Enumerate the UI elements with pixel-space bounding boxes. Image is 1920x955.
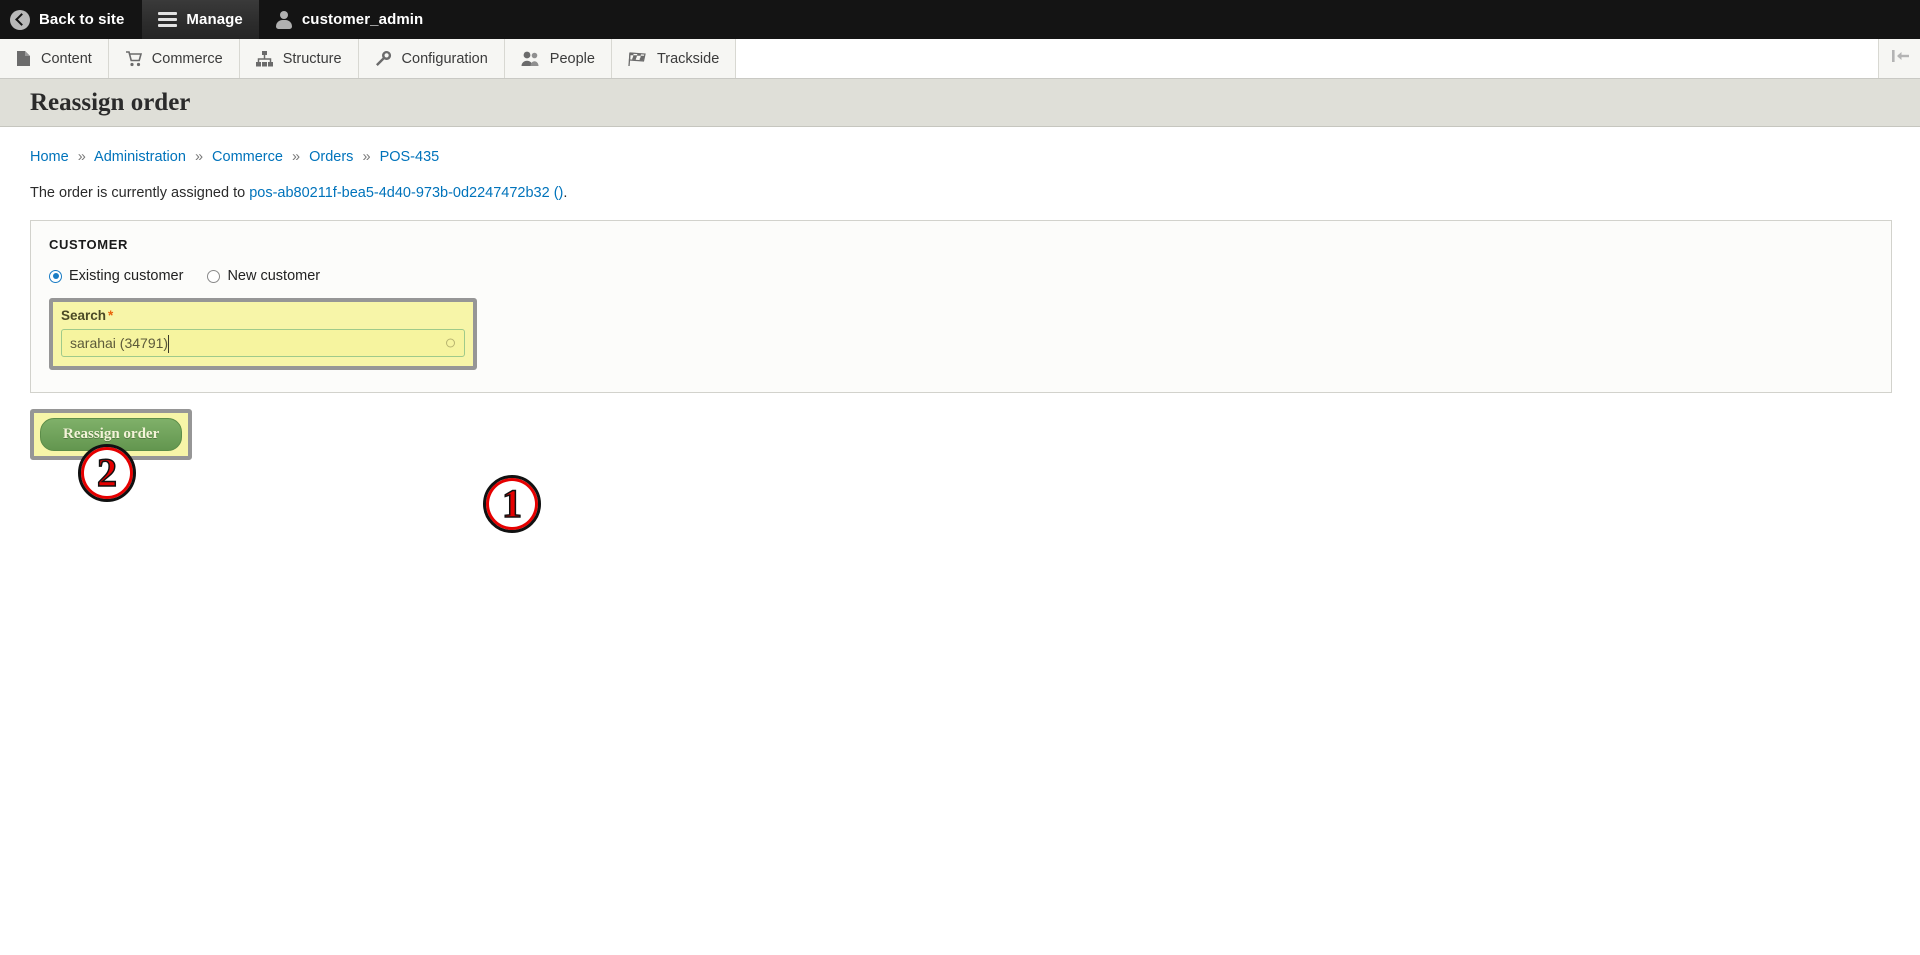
checkered-flag-icon	[628, 51, 647, 67]
back-to-site-label: Back to site	[39, 11, 125, 28]
user-account-button[interactable]: customer_admin	[259, 0, 439, 39]
manage-menu-button[interactable]: Manage	[142, 0, 259, 39]
assignment-suffix: .	[563, 185, 568, 201]
current-assignment-text: The order is currently assigned to pos-a…	[30, 185, 1890, 201]
assignment-prefix: The order is currently assigned to	[30, 185, 250, 201]
breadcrumb-separator: »	[291, 149, 301, 165]
radio-new-customer-label: New customer	[227, 268, 321, 284]
search-field-highlight: Search *	[49, 298, 477, 370]
annotation-marker-2: 2	[78, 444, 136, 502]
assigned-user-link[interactable]: pos-ab80211f-bea5-4d40-973b-0d2247472b32…	[249, 185, 563, 201]
menu-item-label: Commerce	[151, 50, 223, 67]
collapse-sidebar-icon	[1890, 49, 1910, 68]
breadcrumb-link-home[interactable]: Home	[30, 149, 69, 165]
radio-existing-customer-control[interactable]	[49, 269, 62, 283]
main-content: Home » Administration » Commerce » Order…	[0, 127, 1920, 533]
breadcrumb-link-orders[interactable]: Orders	[309, 149, 353, 165]
radio-new-customer[interactable]: New customer	[207, 268, 320, 284]
breadcrumb-link-administration[interactable]: Administration	[94, 149, 186, 165]
menu-item-content[interactable]: Content	[0, 39, 109, 78]
back-to-site-button[interactable]: Back to site	[0, 0, 142, 39]
breadcrumb-separator: »	[194, 149, 204, 165]
radio-new-customer-control[interactable]	[207, 269, 221, 283]
radio-existing-customer-label: Existing customer	[69, 268, 184, 284]
hamburger-icon	[158, 12, 178, 27]
sitemap-icon	[255, 50, 273, 67]
user-icon	[275, 10, 293, 29]
menu-item-label: Configuration	[401, 50, 488, 67]
annotation-marker-1: 1	[483, 475, 541, 533]
admin-menu-tabs: Content Commerce Structure Configuration…	[0, 39, 737, 78]
cart-icon	[125, 50, 142, 67]
search-label-text: Search	[61, 308, 107, 323]
search-input[interactable]	[62, 330, 464, 356]
manage-label: Manage	[186, 11, 243, 28]
menu-item-structure[interactable]: Structure	[239, 39, 359, 78]
menu-item-commerce[interactable]: Commerce	[108, 39, 240, 78]
menu-item-label: Trackside	[656, 50, 720, 67]
wrench-icon	[375, 50, 392, 67]
search-input-wrapper	[61, 329, 465, 357]
document-icon	[16, 50, 31, 67]
username-label: customer_admin	[301, 11, 424, 28]
customer-type-radio-group: Existing customer New customer	[49, 268, 1873, 284]
breadcrumb-separator: »	[77, 149, 86, 165]
menu-item-label: People	[549, 50, 595, 67]
search-field-label: Search *	[61, 308, 465, 323]
menu-item-label: Structure	[282, 50, 342, 67]
page-title: Reassign order	[30, 88, 191, 116]
autocomplete-throbber-icon	[446, 338, 455, 348]
text-cursor	[168, 335, 169, 353]
radio-existing-customer[interactable]: Existing customer	[49, 268, 183, 284]
breadcrumb-separator: »	[362, 149, 371, 165]
required-asterisk: *	[108, 308, 114, 323]
breadcrumb: Home » Administration » Commerce » Order…	[30, 149, 1890, 165]
breadcrumb-link-commerce[interactable]: Commerce	[212, 149, 283, 165]
menu-item-trackside[interactable]: Trackside	[611, 39, 737, 78]
menu-item-configuration[interactable]: Configuration	[358, 39, 505, 78]
customer-fieldset-legend: CUSTOMER	[49, 237, 128, 252]
toolbar-orientation-toggle[interactable]	[1878, 39, 1920, 78]
admin-menu-bar: Content Commerce Structure Configuration…	[0, 39, 1920, 79]
menu-item-people[interactable]: People	[504, 39, 612, 78]
menu-bar-spacer	[736, 39, 1878, 78]
customer-fieldset: CUSTOMER Existing customer New customer …	[30, 220, 1892, 533]
breadcrumb-link-order[interactable]: POS-435	[380, 149, 440, 165]
people-icon	[521, 51, 540, 67]
menu-item-label: Content	[41, 50, 92, 67]
admin-toolbar: Back to site Manage customer_admin	[0, 0, 1920, 39]
page-title-band: Reassign order	[0, 79, 1920, 127]
back-arrow-icon	[10, 9, 30, 30]
